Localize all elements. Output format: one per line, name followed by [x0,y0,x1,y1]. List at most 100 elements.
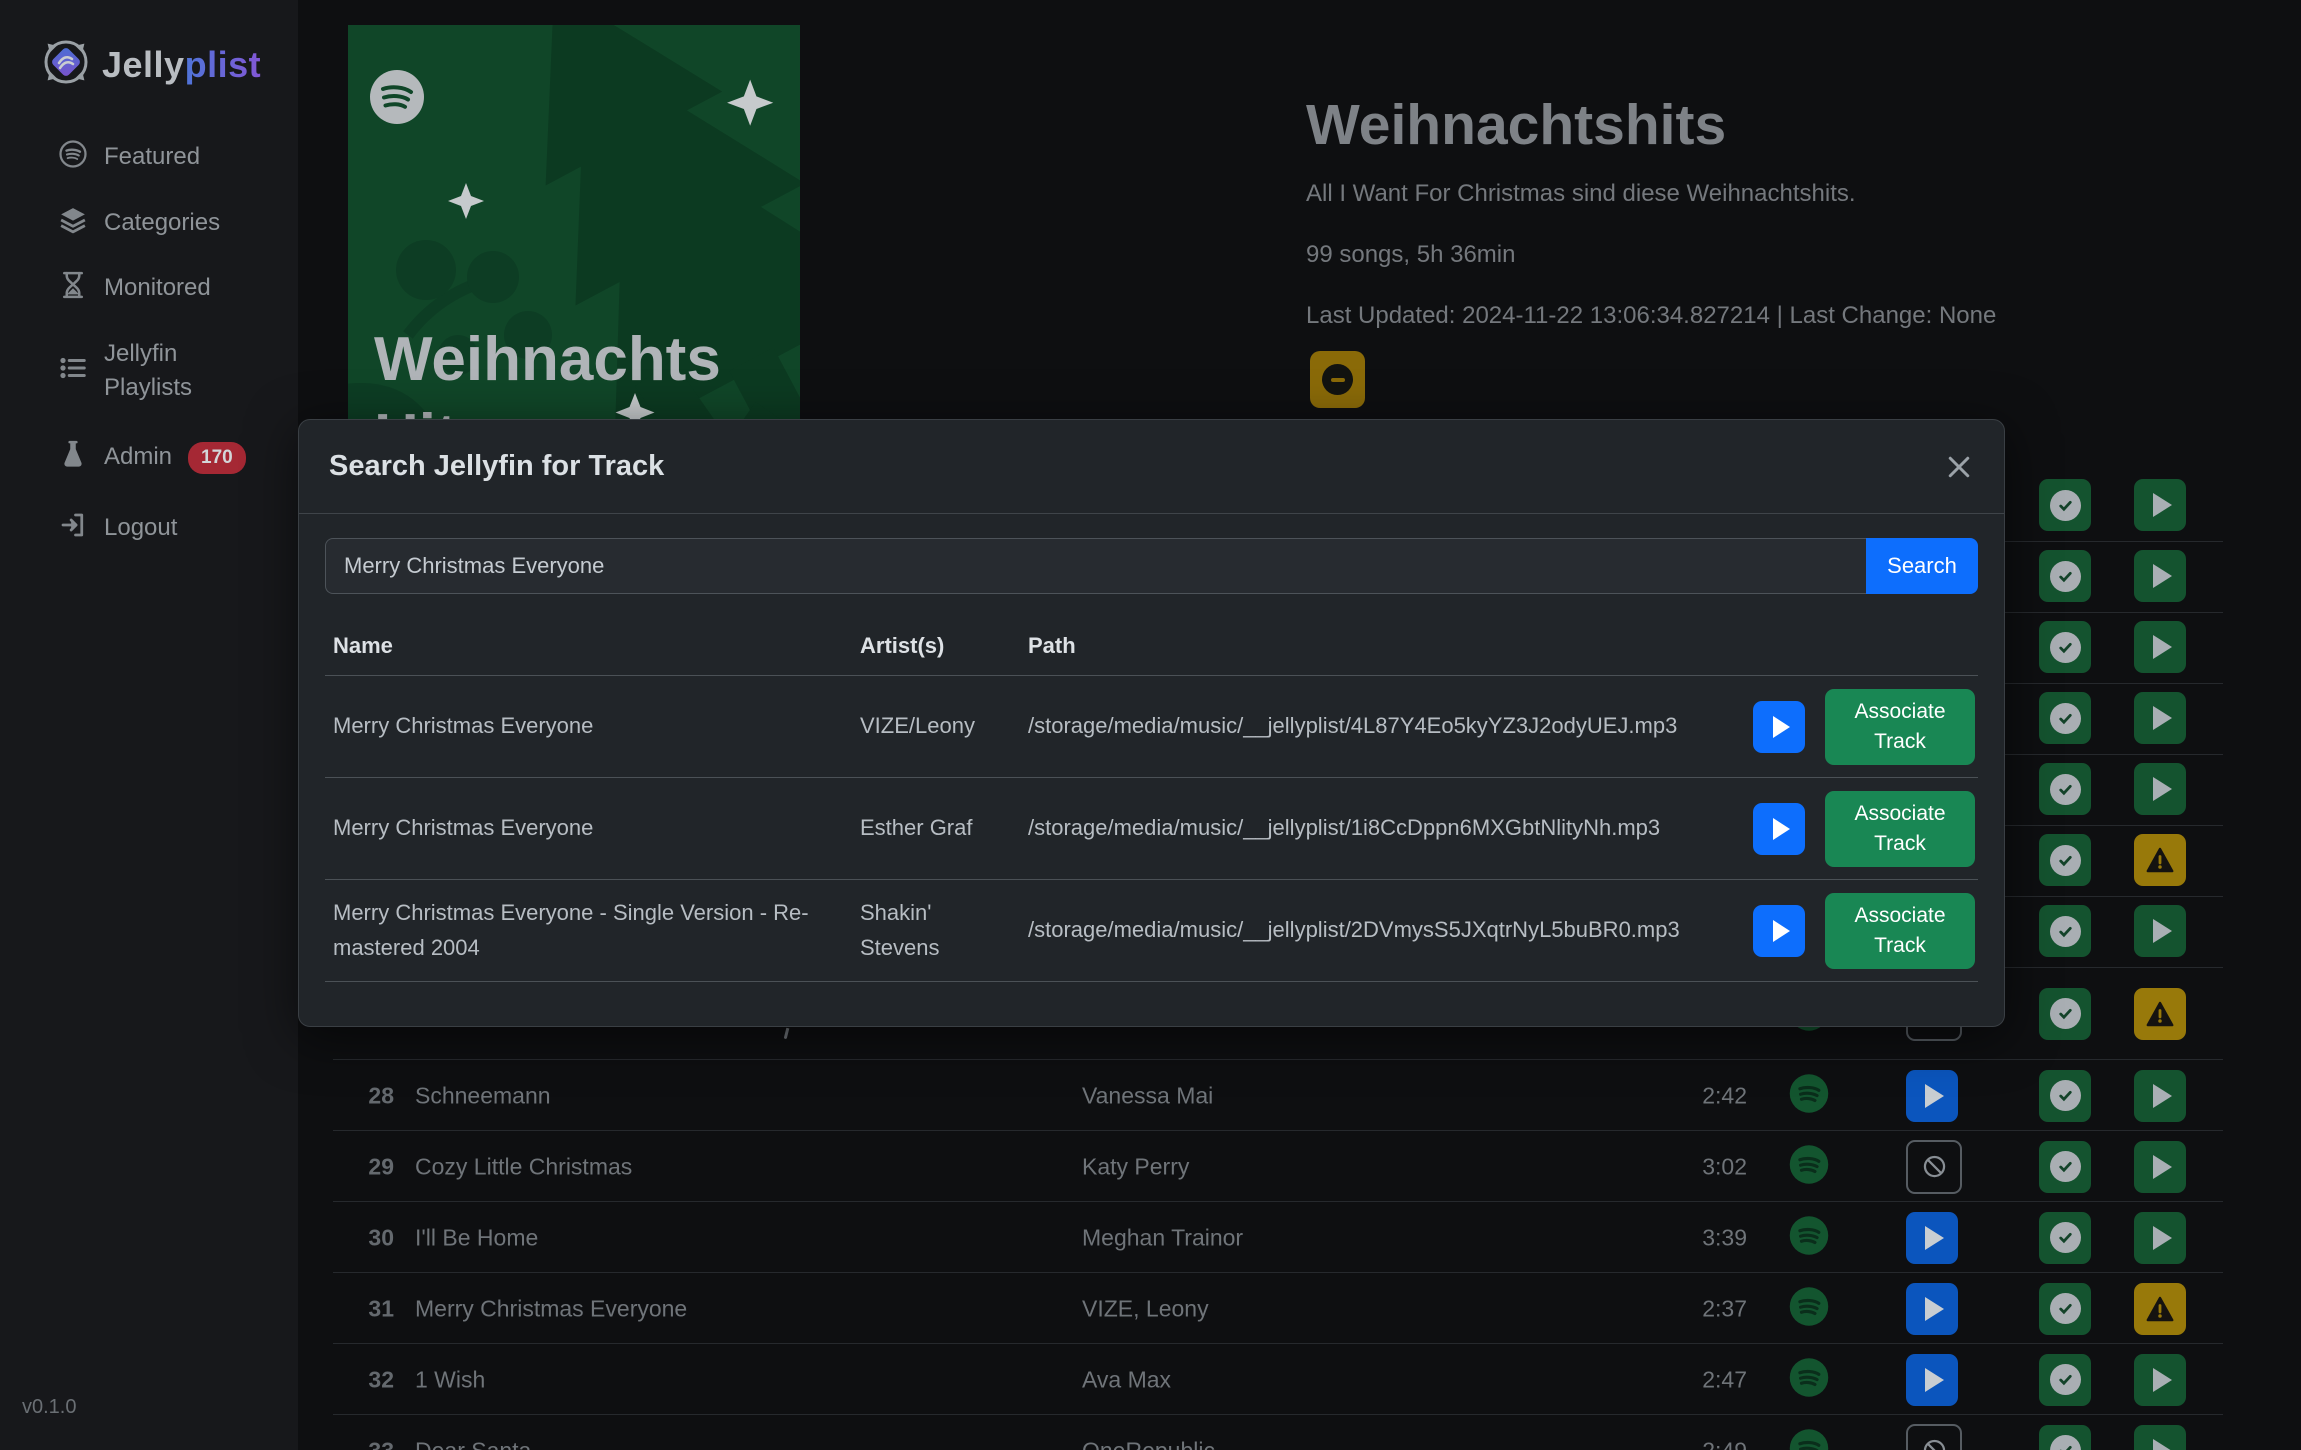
preview-play-button[interactable] [2134,692,2186,744]
no-preview-button[interactable] [1906,1140,1962,1194]
matched-check-button[interactable] [2039,550,2091,602]
track-artist: Meghan Trainor [1082,1224,1243,1251]
warning-button[interactable] [2134,834,2186,886]
layers-icon [58,205,88,242]
associate-track-button[interactable]: Associate Track [1825,689,1975,765]
result-path: /storage/media/music/__jellyplist/2DVmys… [1020,905,1745,955]
associate-track-button[interactable]: Associate Track [1825,893,1975,969]
play-preview-button[interactable] [1906,1354,1958,1406]
sidebar-item-logout[interactable]: Logout [58,510,177,547]
preview-play-button[interactable] [2134,763,2186,815]
remove-playlist-button[interactable] [1310,351,1365,408]
track-duration: 2:37 [1640,1295,1747,1322]
play-preview-button[interactable] [1753,803,1805,855]
modal-title: Search Jellyfin for Track [329,450,664,483]
result-artists: VIZE/Leony [852,701,1020,751]
table-row[interactable]: 33 Dear Santa OneRepublic 2:49 [298,1415,2301,1450]
spotify-icon [1788,1072,1830,1119]
preview-play-button[interactable] [2134,1070,2186,1122]
preview-play-button[interactable] [2134,905,2186,957]
close-icon[interactable] [1944,452,1974,482]
play-preview-button[interactable] [1753,701,1805,753]
search-button[interactable]: Search [1866,538,1978,594]
track-duration: 3:39 [1640,1224,1747,1251]
sidebar-item-jellyfin-playlists[interactable]: Jellyfin Playlists [58,337,234,405]
search-input[interactable] [325,538,1866,594]
track-duration: 2:49 [1640,1437,1747,1450]
result-path: /storage/media/music/__jellyplist/1i8CcD… [1020,803,1745,853]
sidebar-item-monitored[interactable]: Monitored [58,270,211,307]
table-row[interactable]: 32 1 Wish Ava Max 2:47 [298,1344,2301,1415]
matched-check-button[interactable] [2039,1212,2091,1264]
search-result-row: Merry Christmas Everyone Esther Graf /st… [325,778,1978,880]
no-preview-button[interactable] [1906,1424,1962,1450]
track-number: 31 [330,1295,394,1322]
sidebar-item-admin[interactable]: Admin 170 [58,439,246,476]
track-title: Merry Christmas Everyone [415,1295,687,1322]
column-header-name: Name [325,621,852,671]
playlist-stats: 99 songs, 5h 36min [1306,241,1515,269]
play-preview-button[interactable] [1906,1212,1958,1264]
matched-check-button[interactable] [2039,834,2091,886]
warning-button[interactable] [2134,988,2186,1040]
track-title: I'll Be Home [415,1224,538,1251]
column-header-artists: Artist(s) [852,621,1020,671]
search-input-group: Search [325,538,1978,594]
associate-track-button[interactable]: Associate Track [1825,791,1975,867]
warning-button[interactable] [2134,1283,2186,1335]
track-duration: 2:42 [1640,1082,1747,1109]
matched-check-button[interactable] [2039,1425,2091,1450]
app-logo[interactable]: Jellyplist [40,36,261,93]
track-title: Dear Santa [415,1437,531,1450]
table-row[interactable]: 29 Cozy Little Christmas Katy Perry 3:02 [298,1131,2301,1202]
table-header-row: Name Artist(s) Path [325,618,1978,676]
table-row[interactable]: 30 I'll Be Home Meghan Trainor 3:39 [298,1202,2301,1273]
table-row[interactable]: 28 Schneemann Vanessa Mai 2:42 [298,1060,2301,1131]
matched-check-button[interactable] [2039,1283,2091,1335]
matched-check-button[interactable] [2039,479,2091,531]
spotify-icon [1788,1285,1830,1332]
playlist-cover: Weihnachts Hits [348,25,800,477]
hourglass-icon [58,270,88,307]
playlist-description: All I Want For Christmas sind diese Weih… [1306,180,1856,208]
matched-check-button[interactable] [2039,1354,2091,1406]
result-artists: Shakin' Stevens [852,888,1020,972]
track-title: Cozy Little Christmas [415,1153,632,1180]
sidebar-item-categories[interactable]: Categories [58,205,220,242]
sidebar-item-label: Admin [104,440,172,474]
play-preview-button[interactable] [1906,1070,1958,1122]
track-number: 29 [330,1153,394,1180]
matched-check-button[interactable] [2039,692,2091,744]
table-row[interactable]: 31 Merry Christmas Everyone VIZE, Leony … [298,1273,2301,1344]
spotify-icon [1788,1427,1830,1450]
track-artist: VIZE, Leony [1082,1295,1209,1322]
matched-check-button[interactable] [2039,763,2091,815]
preview-play-button[interactable] [2134,1141,2186,1193]
page-title: Weihnachtshits [1306,92,1726,158]
sidebar-item-featured[interactable]: Featured [58,139,200,176]
spotify-icon [1788,1143,1830,1190]
track-number: 33 [330,1437,394,1450]
sidebar: Jellyplist Featured Categ [0,0,298,1450]
preview-play-button[interactable] [2134,1212,2186,1264]
playlist-last-updated: Last Updated: 2024-11-22 13:06:34.827214… [1306,302,1996,330]
track-artist: Ava Max [1082,1366,1171,1393]
track-artist: Vanessa Mai [1082,1082,1213,1109]
preview-play-button[interactable] [2134,621,2186,673]
jellyplist-logo-icon [40,36,92,93]
admin-count-badge: 170 [188,442,246,474]
matched-check-button[interactable] [2039,1070,2091,1122]
sidebar-item-label: Monitored [104,271,211,305]
preview-play-button[interactable] [2134,1425,2186,1450]
matched-check-button[interactable] [2039,988,2091,1040]
preview-play-button[interactable] [2134,1354,2186,1406]
play-preview-button[interactable] [1906,1283,1958,1335]
preview-play-button[interactable] [2134,479,2186,531]
matched-check-button[interactable] [2039,1141,2091,1193]
matched-check-button[interactable] [2039,621,2091,673]
play-preview-button[interactable] [1753,905,1805,957]
preview-play-button[interactable] [2134,550,2186,602]
matched-check-button[interactable] [2039,905,2091,957]
app-root: Jellyplist Featured Categ [0,0,2301,1450]
track-duration: 2:47 [1640,1366,1747,1393]
